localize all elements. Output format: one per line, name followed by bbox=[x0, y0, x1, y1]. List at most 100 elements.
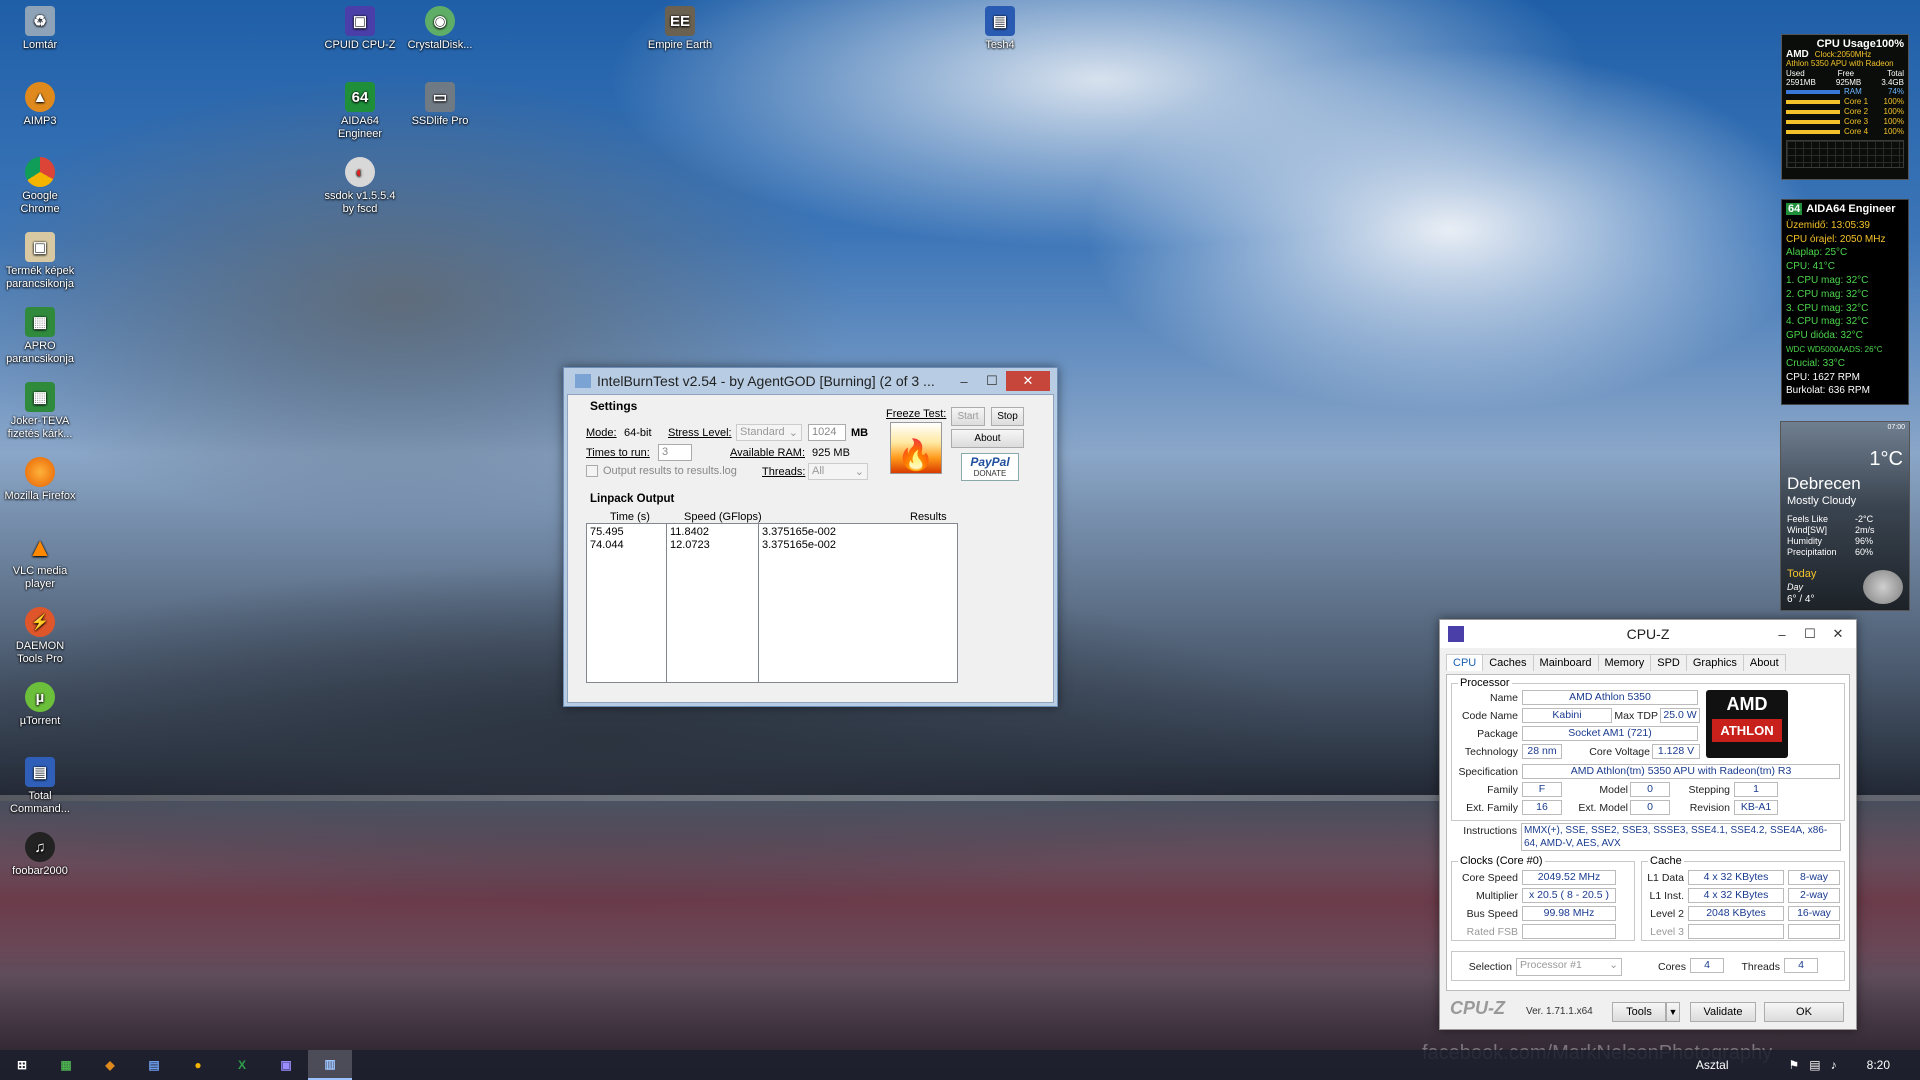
processor-select[interactable]: Processor #1 ⌄ bbox=[1516, 958, 1622, 976]
cpuz-icon: ▣ bbox=[345, 6, 375, 36]
time-list[interactable]: 75.495 74.044 bbox=[586, 523, 667, 683]
start-icon[interactable]: ⊞ bbox=[0, 1050, 44, 1080]
cpuz-icon bbox=[1448, 626, 1464, 642]
desktop-icon-aida64[interactable]: 64 AIDA64 Engineer bbox=[322, 82, 398, 141]
spreadsheet-icon[interactable]: ▦ bbox=[44, 1050, 88, 1080]
family-label: Family bbox=[1487, 784, 1518, 796]
close-icon[interactable]: ✕ bbox=[1824, 624, 1852, 644]
tray-flag-icon[interactable]: ⚑ bbox=[1789, 1058, 1800, 1072]
cpuz-window[interactable]: CPU-Z – ☐ ✕ CPU Caches Mainboard Memory … bbox=[1439, 619, 1857, 1030]
tools-button[interactable]: Tools bbox=[1612, 1002, 1666, 1022]
flame-icon[interactable]: 🔥 bbox=[890, 422, 942, 474]
minimize-icon[interactable]: – bbox=[1768, 624, 1796, 644]
desktop-icon-termek[interactable]: ▣ Termék képek parancsikonja bbox=[2, 232, 78, 291]
threads-select[interactable]: All ⌄ bbox=[808, 463, 868, 480]
desktop-icon-firefox[interactable]: Mozilla Firefox bbox=[2, 457, 78, 503]
tab-caches[interactable]: Caches bbox=[1482, 654, 1534, 671]
tools-dropdown-icon[interactable]: ▼ bbox=[1666, 1002, 1680, 1022]
desktop-icon-foobar[interactable]: ♫ foobar2000 bbox=[2, 832, 78, 878]
taskbar-language[interactable]: Asztal bbox=[1696, 1058, 1729, 1072]
intelburntest-titlebar[interactable]: IntelBurnTest v2.54 - by AgentGOD [Burni… bbox=[567, 368, 1054, 394]
package-label: Package bbox=[1477, 728, 1518, 740]
desktop-icon-total-commander[interactable]: ▤ Total Command... bbox=[2, 757, 78, 816]
ext-model-label: Ext. Model bbox=[1578, 802, 1628, 814]
start-button[interactable]: Start bbox=[951, 407, 985, 426]
ok-button[interactable]: OK bbox=[1764, 1002, 1844, 1022]
close-icon[interactable]: ✕ bbox=[1006, 371, 1050, 391]
model-value: 0 bbox=[1630, 782, 1670, 797]
cpu-usage-gadget[interactable]: CPU Usage100% AMD Clock:2050MHz Athlon 5… bbox=[1781, 34, 1909, 180]
desktop-icon-aimp[interactable]: ▲ AIMP3 bbox=[2, 82, 78, 128]
tab-memory[interactable]: Memory bbox=[1597, 654, 1652, 671]
chevron-down-icon: ⌄ bbox=[854, 466, 864, 478]
speed-list[interactable]: 11.8402 12.0723 bbox=[666, 523, 759, 683]
output-checkbox[interactable] bbox=[586, 465, 598, 477]
l1-data-value: 4 x 32 KBytes bbox=[1688, 870, 1784, 885]
ssd-temp-line: Crucial: 33°C bbox=[1786, 357, 1846, 369]
desktop-icon-empire-earth[interactable]: EE Empire Earth bbox=[642, 6, 718, 52]
aida64-icon: 64 bbox=[1786, 203, 1803, 215]
list-item: 12.0723 bbox=[670, 539, 710, 551]
desktop-icon-cpuz[interactable]: ▣ CPUID CPU-Z bbox=[322, 6, 398, 52]
results-list[interactable]: 3.375165e-002 3.375165e-002 bbox=[758, 523, 958, 683]
spreadsheet-icon: ▦ bbox=[25, 382, 55, 412]
aimp-icon[interactable]: ◆ bbox=[88, 1050, 132, 1080]
specification-label: Specification bbox=[1458, 766, 1518, 778]
tab-graphics[interactable]: Graphics bbox=[1685, 654, 1744, 671]
settings-title: Settings bbox=[590, 399, 638, 413]
paypal-donate-button[interactable]: PayPal DONATE bbox=[961, 453, 1019, 481]
intelburntest-window[interactable]: IntelBurnTest v2.54 - by AgentGOD [Burni… bbox=[563, 367, 1058, 707]
taskbar-clock[interactable]: 8:20 bbox=[1867, 1058, 1890, 1072]
cpuz-titlebar[interactable]: CPU-Z – ☐ ✕ bbox=[1440, 620, 1856, 648]
desktop-icon-utorrent[interactable]: µ µTorrent bbox=[2, 682, 78, 728]
core-bar bbox=[1786, 120, 1840, 124]
about-button[interactable]: About bbox=[951, 429, 1024, 448]
desktop-icon-apro[interactable]: ▦ APRO parancsikonja bbox=[2, 307, 78, 366]
desktop-icon-daemon[interactable]: ⚡ DAEMON Tools Pro bbox=[2, 607, 78, 666]
weather-gadget[interactable]: 07:00 1°C Debrecen Mostly Cloudy Feels L… bbox=[1780, 421, 1910, 611]
times-to-run-label: Times to run: bbox=[586, 447, 650, 459]
mode-value: 64-bit bbox=[624, 427, 652, 439]
floppy-icon[interactable]: ▤ bbox=[132, 1050, 176, 1080]
col-speed-header: Speed (GFlops) bbox=[684, 511, 762, 523]
desktop-icon-ssdlife[interactable]: ▭ SSDlife Pro bbox=[402, 82, 478, 128]
list-item: 3.375165e-002 bbox=[762, 539, 837, 551]
validate-button[interactable]: Validate bbox=[1690, 1002, 1756, 1022]
excel-icon[interactable]: X bbox=[220, 1050, 264, 1080]
ram-bar bbox=[1786, 90, 1840, 94]
l1-inst-assoc: 2-way bbox=[1788, 888, 1840, 903]
desktop-icon-recycle-bin[interactable]: ♻ Lomtár bbox=[2, 6, 78, 52]
minimize-icon[interactable]: – bbox=[950, 371, 978, 391]
network-icon[interactable]: ▤ bbox=[1809, 1058, 1820, 1072]
volume-icon[interactable]: ♪ bbox=[1831, 1058, 1837, 1072]
desktop-icon-crystaldisk[interactable]: ◉ CrystalDisk... bbox=[402, 6, 478, 52]
aida64-gadget[interactable]: 64 AIDA64 Engineer Üzemidő: 13:05:39 CPU … bbox=[1781, 199, 1909, 405]
chrome-icon[interactable]: ● bbox=[176, 1050, 220, 1080]
paypal-logo: PayPal bbox=[970, 455, 1010, 469]
stress-level-label: Stress Level: bbox=[668, 427, 732, 439]
desktop-icon-vlc[interactable]: ▲ VLC media player bbox=[2, 532, 78, 591]
maximize-icon[interactable]: ☐ bbox=[978, 371, 1006, 391]
tab-mainboard[interactable]: Mainboard bbox=[1532, 654, 1599, 671]
tab-spd[interactable]: SPD bbox=[1650, 654, 1687, 671]
times-to-run-input[interactable]: 3 bbox=[658, 444, 692, 461]
ram-field[interactable]: 1024 bbox=[808, 424, 846, 441]
chevron-down-icon: ⌄ bbox=[1609, 959, 1618, 971]
cpu-history-graph bbox=[1786, 140, 1904, 168]
tab-about[interactable]: About bbox=[1742, 654, 1786, 671]
tab-cpu[interactable]: CPU bbox=[1446, 654, 1484, 671]
stop-button[interactable]: Stop bbox=[991, 407, 1024, 426]
core-speed-label: Core Speed bbox=[1461, 872, 1518, 884]
maximize-icon[interactable]: ☐ bbox=[1796, 624, 1824, 644]
intelburntest-icon[interactable]: ▥ bbox=[308, 1050, 352, 1080]
stress-level-select[interactable]: Standard ⌄ bbox=[736, 424, 802, 441]
desktop-icon-chrome[interactable]: Google Chrome bbox=[2, 157, 78, 216]
desktop-icon-joker[interactable]: ▦ Joker-TEVA fizetés kárk... bbox=[2, 382, 78, 441]
code-name-label: Code Name bbox=[1461, 710, 1518, 722]
available-ram-label: Available RAM: bbox=[730, 447, 805, 459]
cache-group: Cache L1 Data 4 x 32 KBytes 8-way L1 Ins… bbox=[1641, 855, 1845, 941]
cpuz-icon[interactable]: ▣ bbox=[264, 1050, 308, 1080]
desktop-icon-ssdok[interactable]: ◐ ssdok v1.5.5.4 by fscd bbox=[322, 157, 398, 216]
spreadsheet-icon: ▦ bbox=[25, 307, 55, 337]
desktop-icon-tesh[interactable]: ▤ Tesh4 bbox=[962, 6, 1038, 52]
